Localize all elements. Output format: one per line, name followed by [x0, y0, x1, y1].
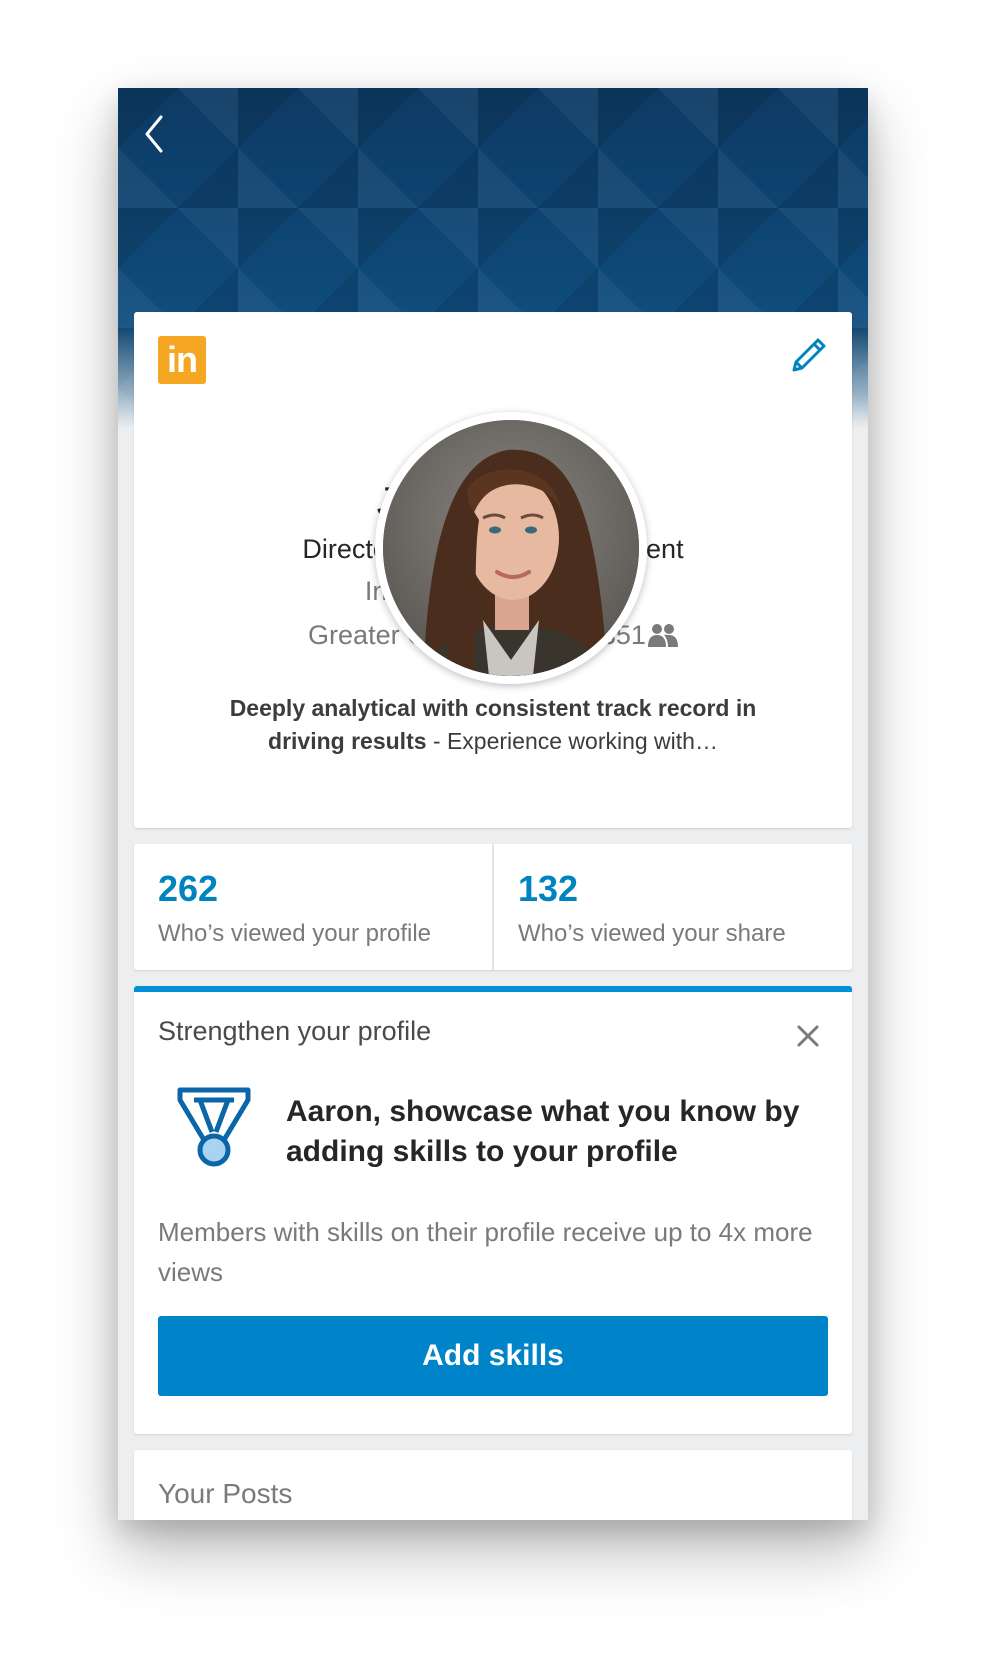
share-views-count: 132	[518, 868, 579, 909]
strengthen-title: Strengthen your profile	[158, 1016, 432, 1046]
strengthen-profile-card: Strengthen your profile Aaron, showcase …	[134, 986, 852, 1434]
edit-profile-button[interactable]	[784, 332, 832, 380]
your-posts-card[interactable]: Your Posts	[134, 1450, 852, 1520]
profile-stats: 262 Who’s viewed your profile 132 Who’s …	[134, 844, 852, 970]
profile-photo-frame[interactable]	[375, 412, 647, 684]
profile-views-label: Who’s viewed your profile	[158, 920, 432, 947]
your-posts-title: Your Posts	[158, 1478, 293, 1509]
strengthen-cta: Aaron, showcase what you know by adding …	[286, 1095, 800, 1168]
chevron-left-icon	[145, 115, 163, 153]
linkedin-logo-icon: in	[158, 336, 206, 384]
pencil-icon	[792, 338, 826, 372]
connections-icon	[647, 623, 678, 647]
profile-card: in Jenna Miller Director of Project Mana…	[134, 312, 852, 828]
profile-views-stat[interactable]: 262 Who’s viewed your profile	[134, 844, 492, 970]
app-screen: in Jenna Miller Director of Project Mana…	[118, 88, 868, 1520]
add-skills-button[interactable]: Add skills	[158, 1316, 828, 1396]
dismiss-button[interactable]	[790, 1018, 826, 1054]
profile-photo-image	[383, 420, 639, 676]
profile-views-count: 262	[158, 868, 219, 909]
share-views-stat[interactable]: 132 Who’s viewed your share	[492, 844, 852, 970]
medal-icon	[177, 1087, 251, 1167]
profile-photo	[383, 420, 639, 676]
strengthen-description: Members with skills on their profile rec…	[158, 1217, 813, 1287]
back-button[interactable]	[136, 110, 172, 158]
summary-rest-text: - Experience working with…	[426, 728, 718, 754]
profile-summary[interactable]: Deeply analytical with consistent track …	[204, 692, 782, 758]
close-icon	[797, 1025, 819, 1047]
share-views-label: Who’s viewed your share	[518, 920, 786, 947]
